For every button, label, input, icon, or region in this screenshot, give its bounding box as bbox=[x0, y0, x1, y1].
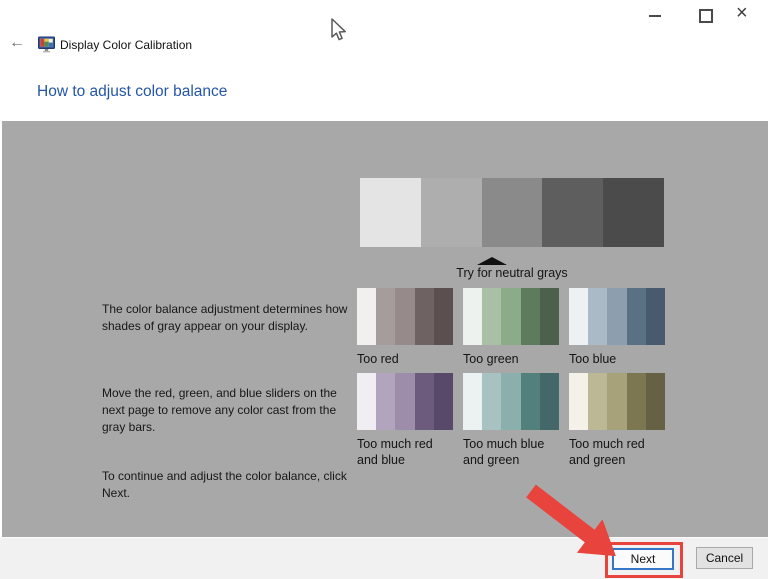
color-stripe bbox=[433, 373, 454, 430]
neutral-gray-strip bbox=[360, 178, 664, 247]
display-calibration-app-icon bbox=[38, 36, 55, 53]
color-stripe bbox=[395, 373, 415, 430]
swatch-label: Too green bbox=[463, 352, 519, 366]
color-stripe bbox=[357, 288, 377, 345]
swatch-label: Too much blue and green bbox=[463, 437, 545, 467]
back-arrow-icon[interactable]: ← bbox=[9, 34, 25, 52]
cancel-button[interactable]: Cancel bbox=[696, 547, 753, 569]
color-stripe bbox=[588, 373, 608, 430]
color-stripe bbox=[607, 373, 627, 430]
swatch-too-much-blue-and-green: Too much blue and green bbox=[463, 373, 560, 468]
color-stripe bbox=[481, 178, 543, 247]
color-stripe bbox=[395, 288, 415, 345]
color-stripe bbox=[357, 373, 377, 430]
color-stripe bbox=[603, 178, 664, 247]
neutral-gray-caption: Try for neutral grays bbox=[456, 266, 568, 280]
swatch-label: Too blue bbox=[569, 352, 617, 366]
color-stripe bbox=[645, 373, 666, 430]
close-icon[interactable]: × bbox=[736, 2, 748, 24]
color-stripe bbox=[626, 373, 646, 430]
swatch-bars bbox=[569, 373, 666, 430]
color-stripe bbox=[360, 178, 421, 247]
instruction-paragraph-2: Move the red, green, and blue sliders on… bbox=[102, 386, 337, 434]
color-stripe bbox=[463, 373, 483, 430]
minimize-icon[interactable] bbox=[649, 15, 661, 17]
instruction-paragraph-1: The color balance adjustment determines … bbox=[102, 302, 348, 333]
maximize-icon[interactable] bbox=[699, 9, 713, 23]
app-title: Display Color Calibration bbox=[60, 38, 193, 52]
color-stripe bbox=[420, 178, 482, 247]
instruction-paragraph-3: To continue and adjust the color balance… bbox=[102, 469, 347, 500]
color-stripe bbox=[569, 373, 589, 430]
swatch-label: Too red bbox=[357, 352, 399, 366]
color-stripe bbox=[542, 178, 604, 247]
color-stripe bbox=[414, 288, 434, 345]
swatch-too-much-red-and-green: Too much red and green bbox=[569, 373, 666, 468]
color-stripe bbox=[645, 288, 666, 345]
color-stripe bbox=[376, 373, 396, 430]
color-stripe bbox=[482, 288, 502, 345]
page-title: How to adjust color balance bbox=[37, 83, 228, 100]
color-stripe bbox=[607, 288, 627, 345]
swatch-too-green: Too green bbox=[463, 288, 560, 367]
swatch-bars bbox=[357, 373, 454, 430]
color-stripe bbox=[376, 288, 396, 345]
color-stripe bbox=[539, 373, 560, 430]
color-stripe bbox=[501, 288, 521, 345]
swatch-too-much-red-and-blue: Too much red and blue bbox=[357, 373, 454, 468]
color-stripe bbox=[433, 288, 454, 345]
color-stripe bbox=[569, 288, 589, 345]
color-stripe bbox=[520, 373, 540, 430]
color-stripe bbox=[588, 288, 608, 345]
color-stripe bbox=[482, 373, 502, 430]
color-stripe bbox=[501, 373, 521, 430]
swatch-too-blue: Too blue bbox=[569, 288, 666, 367]
color-stripe bbox=[626, 288, 646, 345]
swatch-bars bbox=[463, 288, 560, 345]
display-color-calibration-window: × ← Display Color Calibration How to adj… bbox=[0, 0, 768, 579]
swatch-bars bbox=[463, 373, 560, 430]
swatch-bars bbox=[569, 288, 666, 345]
neutral-marker-triangle-icon bbox=[477, 257, 507, 265]
color-stripe bbox=[539, 288, 560, 345]
mouse-cursor-icon bbox=[331, 18, 346, 41]
swatch-label: Too much red and blue bbox=[357, 437, 433, 467]
next-button[interactable]: Next bbox=[612, 548, 674, 570]
color-stripe bbox=[414, 373, 434, 430]
swatch-label: Too much red and green bbox=[569, 437, 645, 467]
color-stripe bbox=[520, 288, 540, 345]
swatch-bars bbox=[357, 288, 454, 345]
color-stripe bbox=[463, 288, 483, 345]
swatch-too-red: Too red bbox=[357, 288, 454, 367]
